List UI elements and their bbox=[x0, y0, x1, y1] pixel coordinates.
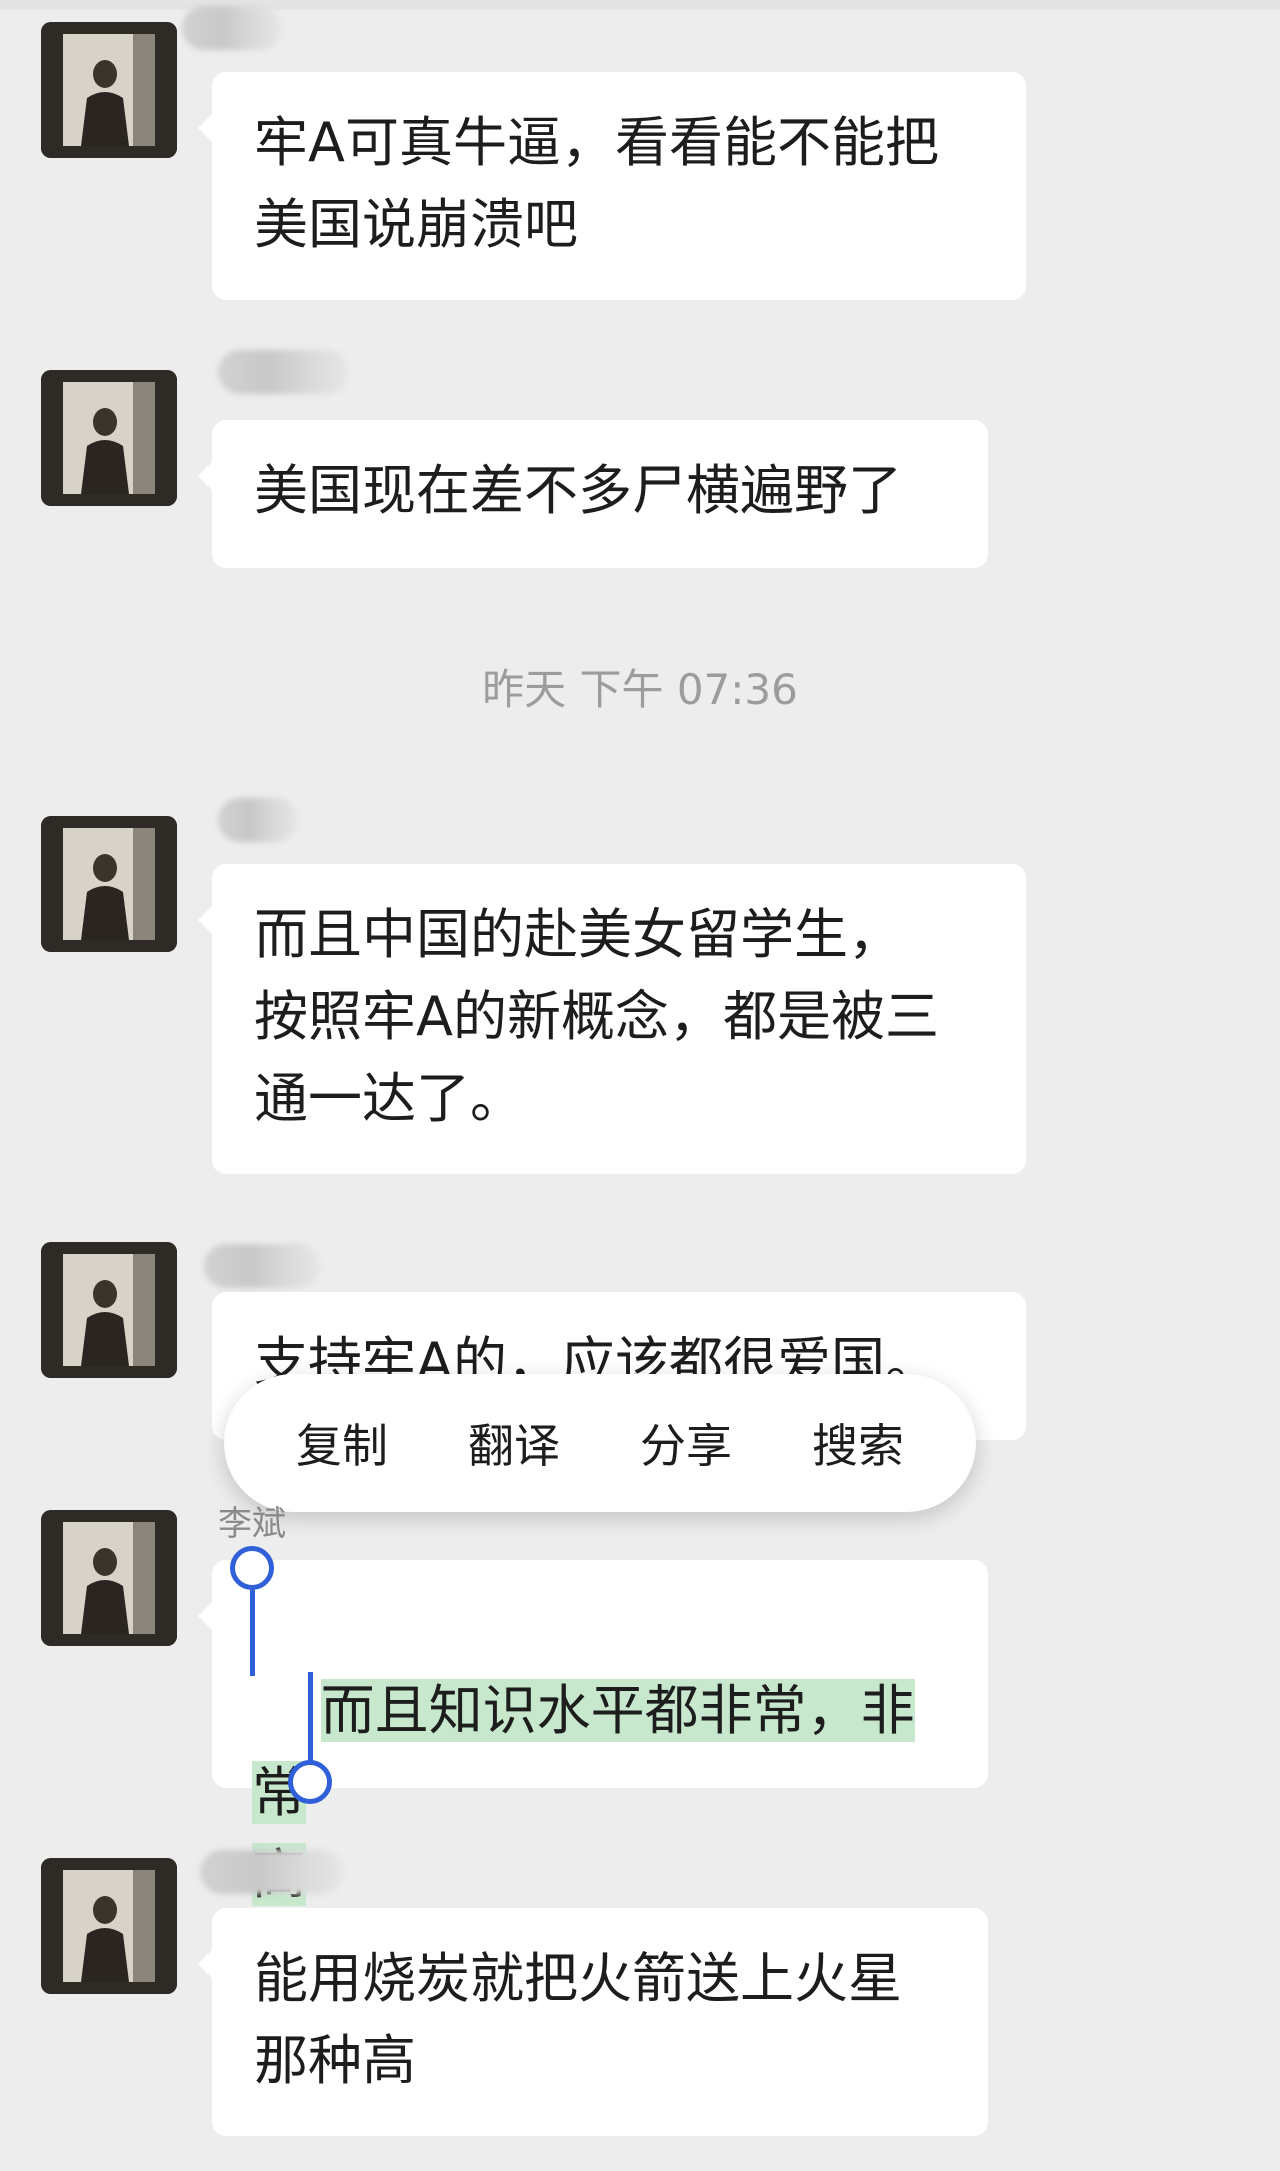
selection-end-handle[interactable] bbox=[288, 1760, 332, 1804]
translate-button[interactable]: 翻译 bbox=[458, 1410, 570, 1476]
selected-text[interactable]: 而且知识水平都非常，非常 bbox=[252, 1679, 915, 1824]
message-bubble[interactable]: 而且中国的赴美女留学生， 按照牢A的新概念，都是被三 通一达了。 bbox=[198, 864, 1026, 1174]
avatar-photo-icon bbox=[41, 370, 177, 506]
avatar-photo-icon bbox=[41, 22, 177, 158]
context-menu: 复制 翻译 分享 搜索 bbox=[224, 1374, 976, 1512]
copy-button[interactable]: 复制 bbox=[286, 1410, 398, 1476]
message-bubble-selected[interactable]: 而且知识水平都非常，非常高 bbox=[198, 1560, 988, 1906]
sender-name: 李斌 bbox=[218, 1504, 286, 1544]
avatar[interactable] bbox=[41, 370, 177, 506]
sender-name: 李斌 bbox=[218, 798, 298, 842]
message-bubble[interactable]: 牢A可真牛逼，看看能不能把 美国说崩溃吧 bbox=[198, 72, 1026, 300]
share-button[interactable]: 分享 bbox=[630, 1410, 742, 1476]
sender-name: 李斌 bbox=[204, 1244, 320, 1288]
avatar-photo-icon bbox=[41, 816, 177, 952]
message-bubble[interactable]: 能用烧炭就把火箭送上火星 那种高 bbox=[198, 1908, 988, 2136]
selection-end-stem bbox=[308, 1672, 313, 1766]
sender-name: 李斌 bbox=[200, 1850, 344, 1894]
avatar[interactable] bbox=[41, 1510, 177, 1646]
avatar[interactable] bbox=[41, 816, 177, 952]
sender-name: 李斌 bbox=[218, 350, 348, 394]
avatar[interactable] bbox=[41, 1242, 177, 1378]
timestamp: 昨天 下午 07:36 bbox=[482, 665, 798, 714]
avatar-photo-icon bbox=[41, 1858, 177, 1994]
search-button[interactable]: 搜索 bbox=[802, 1410, 914, 1476]
selection-start-stem bbox=[250, 1590, 255, 1676]
avatar-photo-icon bbox=[41, 1242, 177, 1378]
chat-view: 李斌 牢A可真牛逼，看看能不能把 美国说崩溃吧 李斌 美国现在差不多尸横遍野了 … bbox=[0, 0, 1280, 2171]
message-bubble[interactable]: 美国现在差不多尸横遍野了 bbox=[198, 420, 988, 568]
selection-start-handle[interactable] bbox=[230, 1546, 274, 1590]
avatar[interactable] bbox=[41, 1858, 177, 1994]
avatar-photo-icon bbox=[41, 1510, 177, 1646]
avatar[interactable] bbox=[41, 22, 177, 158]
sender-name: 李斌 bbox=[182, 6, 282, 50]
